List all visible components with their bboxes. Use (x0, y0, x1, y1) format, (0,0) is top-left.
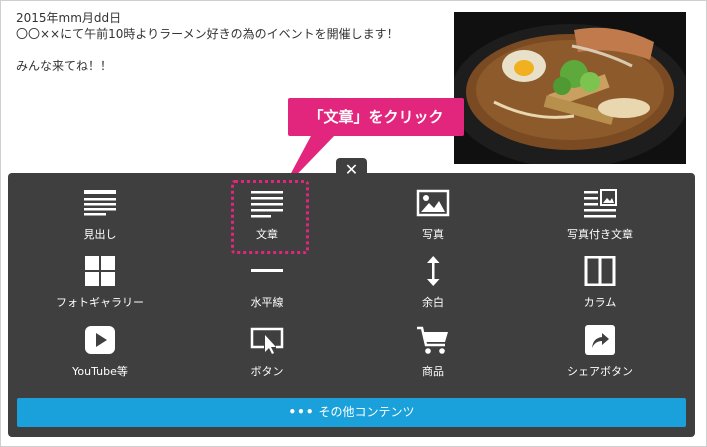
more-content-button[interactable]: ••• その他コンテンツ (17, 398, 686, 427)
highlight-box (231, 180, 309, 254)
item-label: 余白 (422, 296, 444, 309)
item-button[interactable]: ボタン (187, 325, 347, 379)
close-button[interactable]: ✕ (336, 158, 367, 180)
heading-icon (84, 190, 116, 216)
column-icon (584, 256, 616, 286)
share-icon (585, 325, 615, 355)
item-label: シェアボタン (567, 365, 633, 378)
item-image-text[interactable]: 写真付き文章 (520, 188, 680, 242)
more-icon: ••• (288, 405, 315, 419)
item-image[interactable]: 写真 (353, 188, 513, 242)
spacing-icon (427, 256, 440, 286)
gallery-icon (85, 256, 115, 286)
youtube-icon (85, 326, 115, 354)
item-label: 写真付き文章 (567, 228, 633, 241)
article-body[interactable]: 2015年mm月dd日 〇〇××にて午前10時よりラーメン好きの為のイベントを開… (16, 10, 399, 74)
close-icon: ✕ (344, 160, 359, 179)
cart-icon (417, 326, 448, 354)
item-label: カラム (583, 296, 617, 309)
item-label: 写真 (422, 228, 444, 241)
button-icon (250, 327, 284, 354)
item-label: 商品 (422, 365, 444, 378)
item-label: フォトギャラリー (56, 296, 144, 309)
article-date: 2015年mm月dd日 (16, 11, 122, 25)
more-content-label: その他コンテンツ (318, 405, 415, 419)
item-label: YouTube等 (72, 365, 128, 378)
item-label: 見出し (83, 228, 117, 241)
item-heading[interactable]: 見出し (20, 188, 180, 242)
item-gallery[interactable]: フォトギャラリー (20, 256, 180, 310)
article-line-1: 〇〇××にて午前10時よりラーメン好きの為のイベントを開催します！ (16, 27, 399, 41)
article-line-2: みんな来てね！！ (16, 59, 113, 73)
item-horizontal-line[interactable]: 水平線 (187, 256, 347, 310)
item-label: 水平線 (250, 296, 284, 309)
item-share[interactable]: シェアボタン (520, 325, 680, 379)
item-label: ボタン (250, 365, 284, 378)
click-instruction-callout: 「文章」をクリック (288, 98, 464, 136)
ramen-photo[interactable] (454, 12, 686, 164)
item-youtube[interactable]: YouTube等 (20, 325, 180, 379)
item-column[interactable]: カラム (520, 256, 680, 310)
item-spacing[interactable]: 余白 (353, 256, 513, 310)
item-product[interactable]: 商品 (353, 325, 513, 379)
image-icon (416, 189, 450, 217)
image-text-icon (584, 189, 617, 218)
horizontal-line-icon (251, 269, 283, 272)
